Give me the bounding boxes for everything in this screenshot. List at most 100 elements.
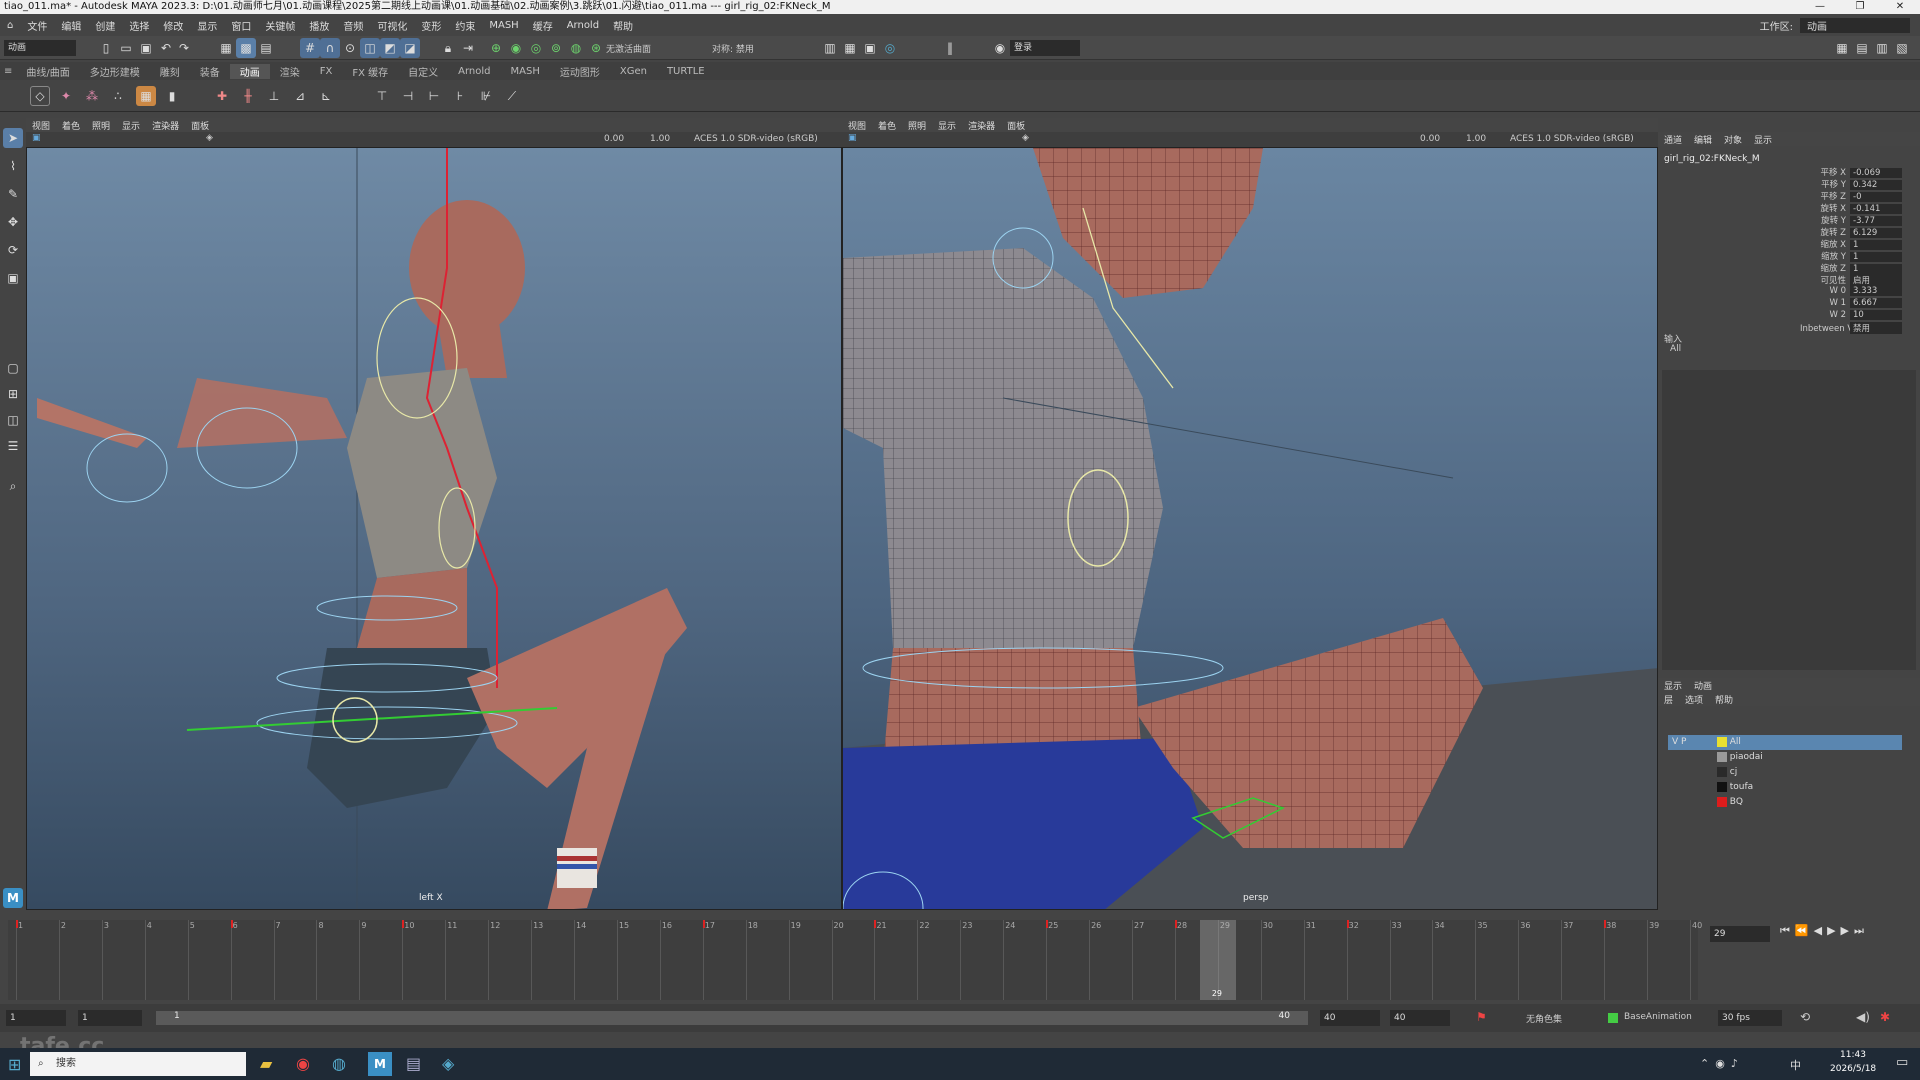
menu-windows[interactable]: 窗口 [224,18,258,33]
cb-attribute-row[interactable]: 旋转 X -0.141 [1800,202,1902,214]
cb-inputs-value[interactable]: All [1670,344,1681,354]
tool-settings-icon[interactable]: ▥ [1872,38,1892,58]
playblast-icon[interactable]: ▦ [136,86,156,106]
app-icon-3[interactable]: ◈ [442,1054,454,1073]
playhead[interactable]: 29 [1199,920,1236,1000]
range-end-inner-field[interactable]: 40 [1320,1010,1380,1026]
cb-attribute-row[interactable]: 缩放 X 1 [1800,238,1902,250]
right-menu-view[interactable]: 视图 [842,119,872,132]
close-button[interactable]: ✕ [1880,0,1920,14]
layer-tab-anim[interactable]: 动画 [1688,679,1718,692]
layer-menu-layers[interactable]: 层 [1658,693,1679,706]
shelf-tab-animation[interactable]: 动画 [229,63,270,79]
layer-color-swatch[interactable] [1716,751,1727,762]
layer-row-cj[interactable]: cj [1668,765,1902,780]
two-view-icon[interactable]: ◫ [3,410,23,430]
outliner-layout-icon[interactable]: ☰ [3,436,23,456]
left-colorspace[interactable]: ACES 1.0 SDR-video (sRGB) [694,134,818,144]
menu-playback[interactable]: 播放 [302,18,336,33]
scale-tool-icon[interactable]: ▣ [3,268,23,288]
set-key-icon[interactable]: ◇ [30,86,50,106]
ik-handle-icon[interactable]: ╫ [238,86,258,106]
menu-modify[interactable]: 修改 [156,18,190,33]
cb-attribute-value[interactable]: 10 [1850,310,1902,320]
cb-attribute-name[interactable]: 旋转 Y [1800,214,1846,226]
select-component-icon[interactable]: ▤ [256,38,276,58]
cb-attribute-value[interactable]: 1 [1850,252,1902,262]
notification-icon[interactable]: ▭ [1896,1055,1908,1070]
keyframe-tick[interactable] [402,920,405,928]
shelf-settings-icon[interactable]: ≡ [0,66,16,77]
right-gamma-value[interactable]: 1.00 [1466,134,1486,144]
current-frame-field[interactable]: 29 [1710,926,1770,942]
menu-cache[interactable]: 缓存 [526,18,560,33]
move-tool-icon[interactable]: ✥ [3,212,23,232]
shelf-tab-fx[interactable]: FX [310,66,343,77]
left-menu-panels[interactable]: 面板 [185,119,215,132]
menu-select[interactable]: 选择 [122,18,156,33]
cb-tab-show[interactable]: 显示 [1748,133,1778,146]
parent-constraint-icon[interactable]: ⊤ [372,86,392,106]
user-icon[interactable]: ◉ [990,38,1010,58]
cb-attribute-name[interactable]: 平移 Y [1800,178,1846,190]
left-menu-lighting[interactable]: 照明 [86,119,116,132]
go-to-end-icon[interactable]: ⏭ [1854,924,1869,937]
cb-attribute-row[interactable]: W 1 6.667 [1800,298,1902,310]
right-viewport[interactable]: persp [842,147,1658,910]
snap-grid-icon[interactable]: # [300,38,320,58]
menu-key[interactable]: 关键帧 [258,18,302,33]
cb-tab-object[interactable]: 对象 [1718,133,1748,146]
cb-attribute-name[interactable]: 旋转 Z [1800,226,1846,238]
cb-attribute-name[interactable]: W 0 [1800,286,1846,296]
joint-tool-icon[interactable]: ✚ [212,86,232,106]
file-explorer-icon[interactable]: ▰ [260,1054,272,1073]
menu-audio[interactable]: 音频 [336,18,370,33]
orient-constraint-icon[interactable]: ⊢ [424,86,444,106]
right-camera-icon[interactable]: ▣ [848,133,857,143]
point-constraint-icon[interactable]: ⊣ [398,86,418,106]
cb-attribute-row[interactable]: W 2 10 [1800,310,1902,322]
channel-box-icon[interactable]: ▧ [1892,38,1912,58]
new-scene-icon[interactable]: ▯ [96,38,116,58]
cb-tab-edit[interactable]: 编辑 [1688,133,1718,146]
left-wireframe-icon[interactable]: ◈ [206,133,213,143]
right-menu-panels[interactable]: 面板 [1001,119,1031,132]
shelf-tab-mash[interactable]: MASH [501,66,550,77]
cb-attribute-name[interactable]: 缩放 X [1800,238,1846,250]
paint-select-icon[interactable]: ✎ [3,184,23,204]
cb-attribute-value[interactable]: 6.667 [1850,298,1902,308]
cb-attribute-value[interactable]: 6.129 [1850,228,1902,238]
shelf-tab-rendering[interactable]: 渲染 [270,64,310,79]
aim-constraint-icon[interactable]: ⊮ [476,86,496,106]
right-wireframe-icon[interactable]: ◈ [1022,133,1029,143]
menu-visualize[interactable]: 可视化 [370,18,414,33]
layer-tab-display[interactable]: 显示 [1658,679,1688,692]
render-current-icon[interactable]: ◉ [506,38,526,58]
snap-point-icon[interactable]: ⊙ [340,38,360,58]
login-dropdown[interactable]: 登录 [1010,40,1080,56]
shelf-tab-fx-cache[interactable]: FX 缓存 [342,64,398,79]
shelf-tab-sculpt[interactable]: 雕刻 [150,64,190,79]
cb-attribute-name[interactable]: W 1 [1800,298,1846,308]
lasso-tool-icon[interactable]: ⌇ [3,156,23,176]
keyframe-tick[interactable] [702,920,705,928]
snap-curve-icon[interactable]: ∩ [320,38,340,58]
undo-icon[interactable]: ↶ [156,38,176,58]
layer-name[interactable]: piaodai [1730,752,1763,762]
menu-arnold[interactable]: Arnold [560,20,606,31]
input-ops-icon[interactable]: ⇥ [458,38,478,58]
keyframe-tick[interactable] [1604,920,1607,928]
range-start-field[interactable]: 1 [6,1010,66,1026]
right-menu-show[interactable]: 显示 [932,119,962,132]
menu-create[interactable]: 创建 [88,18,122,33]
scale-constraint-icon[interactable]: ⊦ [450,86,470,106]
right-menu-renderer[interactable]: 渲染器 [962,119,1001,132]
cb-attribute-value[interactable]: 1 [1850,240,1902,250]
trail-icon[interactable]: ∴ [108,86,128,106]
keyframe-tick[interactable] [230,920,233,928]
step-forward-icon[interactable]: ▶ [1841,924,1854,937]
tray-expand-icon[interactable]: ⌃ [1700,1057,1715,1070]
select-object-icon[interactable]: ▩ [236,38,256,58]
construction-history-icon[interactable]: ⊕ [486,38,506,58]
cb-attribute-value[interactable]: 启用 [1850,274,1902,286]
